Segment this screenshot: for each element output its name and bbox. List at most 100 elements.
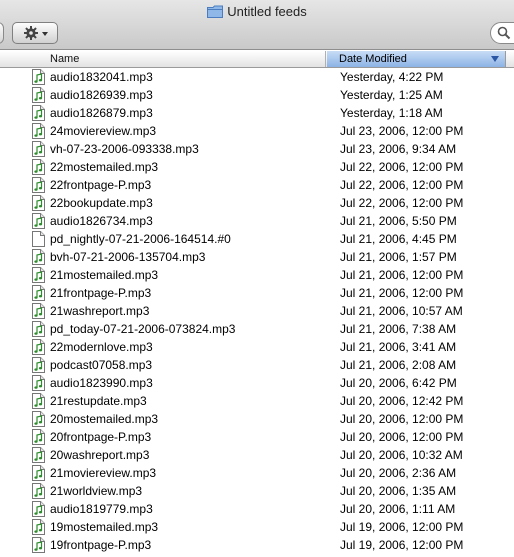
file-name: podcast07058.mp3 xyxy=(50,358,153,372)
audio-file-icon xyxy=(32,195,45,211)
file-row[interactable]: 22mostemailed.mp3 Jul 22, 2006, 12:00 PM xyxy=(0,158,514,176)
file-name: audio1823990.mp3 xyxy=(50,376,153,390)
file-row[interactable]: audio1823990.mp3 Jul 20, 2006, 6:42 PM xyxy=(0,374,514,392)
file-row[interactable]: 20washreport.mp3 Jul 20, 2006, 10:32 AM xyxy=(0,446,514,464)
view-toggle-button[interactable] xyxy=(0,22,4,44)
window-titlebar: Untitled feeds xyxy=(0,0,514,50)
audio-file-icon xyxy=(32,339,45,355)
date-modified-column-header[interactable]: Date Modified xyxy=(327,51,506,67)
name-column-header[interactable]: Name xyxy=(0,51,326,67)
file-name: vh-07-23-2006-093338.mp3 xyxy=(50,142,199,156)
audio-file-icon xyxy=(32,465,45,481)
file-date-modified: Jul 20, 2006, 2:36 AM xyxy=(340,466,457,480)
gear-icon xyxy=(23,25,39,41)
file-date-modified: Jul 22, 2006, 12:00 PM xyxy=(340,160,464,174)
search-field[interactable] xyxy=(490,22,514,44)
audio-file-icon xyxy=(32,537,45,553)
file-row[interactable]: 21mostemailed.mp3 Jul 21, 2006, 12:00 PM xyxy=(0,266,514,284)
file-date-modified: Yesterday, 1:25 AM xyxy=(340,88,443,102)
file-row[interactable]: 21worldview.mp3 Jul 20, 2006, 1:35 AM xyxy=(0,482,514,500)
file-row[interactable]: 20frontpage-P.mp3 Jul 20, 2006, 12:00 PM xyxy=(0,428,514,446)
file-row[interactable]: audio1826734.mp3 Jul 21, 2006, 5:50 PM xyxy=(0,212,514,230)
file-row[interactable]: 22modernlove.mp3 Jul 21, 2006, 3:41 AM xyxy=(0,338,514,356)
file-date-modified: Jul 21, 2006, 1:57 PM xyxy=(340,250,457,264)
file-name: 21restupdate.mp3 xyxy=(50,394,147,408)
file-row[interactable]: 19mostemailed.mp3 Jul 19, 2006, 12:00 PM xyxy=(0,518,514,536)
chevron-down-icon xyxy=(41,32,48,36)
file-date-modified: Yesterday, 4:22 PM xyxy=(340,70,444,84)
audio-file-icon xyxy=(32,159,45,175)
file-name: bvh-07-21-2006-135704.mp3 xyxy=(50,250,206,264)
audio-file-icon xyxy=(32,375,45,391)
audio-file-icon xyxy=(32,285,45,301)
file-date-modified: Jul 23, 2006, 9:34 AM xyxy=(340,142,457,156)
file-row[interactable]: audio1832041.mp3 Yesterday, 4:22 PM xyxy=(0,68,514,86)
file-row[interactable]: podcast07058.mp3 Jul 21, 2006, 2:08 AM xyxy=(0,356,514,374)
column-header-filler xyxy=(507,51,514,67)
audio-file-icon xyxy=(32,429,45,445)
file-row[interactable]: 21washreport.mp3 Jul 21, 2006, 10:57 AM xyxy=(0,302,514,320)
file-name: 21moviereview.mp3 xyxy=(50,466,157,480)
file-row[interactable]: vh-07-23-2006-093338.mp3 Jul 23, 2006, 9:… xyxy=(0,140,514,158)
file-name: 21worldview.mp3 xyxy=(50,484,143,498)
file-row[interactable]: 21frontpage-P.mp3 Jul 21, 2006, 12:00 PM xyxy=(0,284,514,302)
date-modified-column-label: Date Modified xyxy=(339,53,407,65)
audio-file-icon xyxy=(32,87,45,103)
file-name: audio1826734.mp3 xyxy=(50,214,153,228)
file-name: 24moviereview.mp3 xyxy=(50,124,157,138)
file-date-modified: Jul 21, 2006, 12:00 PM xyxy=(340,286,464,300)
audio-file-icon xyxy=(32,411,45,427)
file-row[interactable]: bvh-07-21-2006-135704.mp3 Jul 21, 2006, 1… xyxy=(0,248,514,266)
audio-file-icon xyxy=(32,105,45,121)
file-row[interactable]: 21moviereview.mp3 Jul 20, 2006, 2:36 AM xyxy=(0,464,514,482)
file-row[interactable]: 22frontpage-P.mp3 Jul 22, 2006, 12:00 PM xyxy=(0,176,514,194)
file-name: audio1826879.mp3 xyxy=(50,106,153,120)
file-row[interactable]: 21restupdate.mp3 Jul 20, 2006, 12:42 PM xyxy=(0,392,514,410)
file-row[interactable]: pd_today-07-21-2006-073824.mp3 Jul 21, 20… xyxy=(0,320,514,338)
action-menu-button[interactable] xyxy=(12,22,58,44)
file-name: pd_nightly-07-21-2006-164514.#0 xyxy=(50,232,231,246)
audio-file-icon xyxy=(32,519,45,535)
file-date-modified: Jul 21, 2006, 5:50 PM xyxy=(340,214,457,228)
file-name: 20mostemailed.mp3 xyxy=(50,412,159,426)
file-row[interactable]: 19frontpage-P.mp3 Jul 19, 2006, 12:00 PM xyxy=(0,536,514,554)
file-row[interactable]: audio1826939.mp3 Yesterday, 1:25 AM xyxy=(0,86,514,104)
file-date-modified: Jul 22, 2006, 12:00 PM xyxy=(340,178,464,192)
file-name: audio1832041.mp3 xyxy=(50,70,153,84)
audio-file-icon xyxy=(32,447,45,463)
file-name: pd_today-07-21-2006-073824.mp3 xyxy=(50,322,236,336)
file-date-modified: Jul 22, 2006, 12:00 PM xyxy=(340,196,464,210)
file-name: 20washreport.mp3 xyxy=(50,448,150,462)
audio-file-icon xyxy=(32,177,45,193)
audio-file-icon xyxy=(32,321,45,337)
file-name: 19mostemailed.mp3 xyxy=(50,520,159,534)
window-title-group: Untitled feeds xyxy=(0,2,514,20)
file-name: 21mostemailed.mp3 xyxy=(50,268,159,282)
audio-file-icon xyxy=(32,393,45,409)
audio-file-icon xyxy=(32,357,45,373)
audio-file-icon xyxy=(32,123,45,139)
file-date-modified: Jul 19, 2006, 12:00 PM xyxy=(340,538,464,552)
window-title: Untitled feeds xyxy=(227,3,307,19)
file-row[interactable]: audio1819779.mp3 Jul 20, 2006, 1:11 AM xyxy=(0,500,514,518)
audio-file-icon xyxy=(32,213,45,229)
document-file-icon xyxy=(32,231,45,247)
file-row[interactable]: 24moviereview.mp3 Jul 23, 2006, 12:00 PM xyxy=(0,122,514,140)
file-date-modified: Jul 21, 2006, 7:38 AM xyxy=(340,322,457,336)
audio-file-icon xyxy=(32,303,45,319)
file-row[interactable]: audio1826879.mp3 Yesterday, 1:18 AM xyxy=(0,104,514,122)
file-date-modified: Jul 21, 2006, 12:00 PM xyxy=(340,268,464,282)
file-date-modified: Jul 19, 2006, 12:00 PM xyxy=(340,520,464,534)
file-date-modified: Jul 21, 2006, 2:08 AM xyxy=(340,358,457,372)
file-name: audio1819779.mp3 xyxy=(50,502,153,516)
file-name: 20frontpage-P.mp3 xyxy=(50,430,152,444)
sort-descending-icon xyxy=(491,56,499,62)
file-date-modified: Jul 23, 2006, 12:00 PM xyxy=(340,124,464,138)
file-name: 19frontpage-P.mp3 xyxy=(50,538,152,552)
file-row[interactable]: 22bookupdate.mp3 Jul 22, 2006, 12:00 PM xyxy=(0,194,514,212)
file-row[interactable]: pd_nightly-07-21-2006-164514.#0 Jul 21, 2… xyxy=(0,230,514,248)
file-date-modified: Jul 20, 2006, 6:42 PM xyxy=(340,376,457,390)
file-row[interactable]: 20mostemailed.mp3 Jul 20, 2006, 12:00 PM xyxy=(0,410,514,428)
file-date-modified: Jul 20, 2006, 1:35 AM xyxy=(340,484,457,498)
audio-file-icon xyxy=(32,141,45,157)
